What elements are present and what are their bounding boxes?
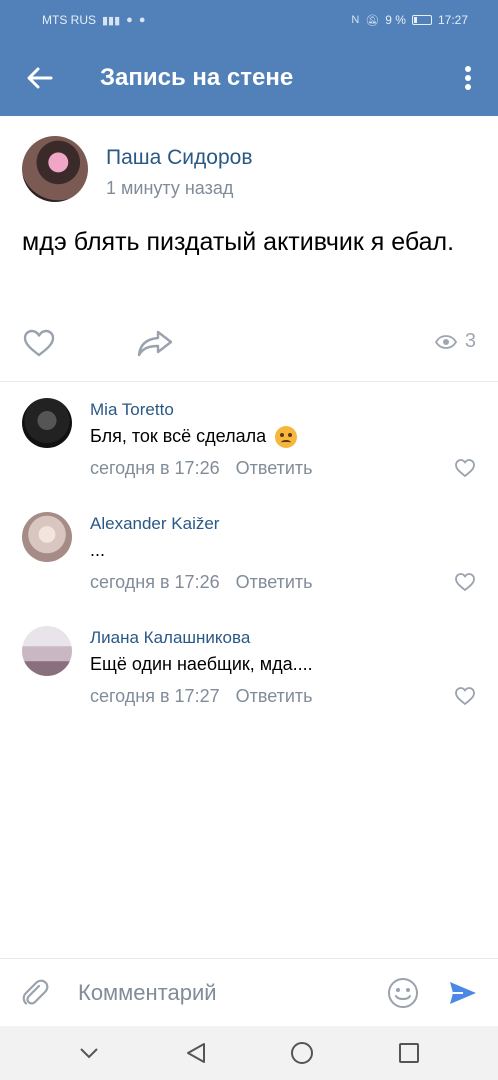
comment-meta: сегодня в 17:26 Ответить: [90, 572, 313, 593]
comment-meta: сегодня в 17:26 Ответить: [90, 458, 313, 479]
share-button[interactable]: [136, 328, 174, 358]
comment-like-button[interactable]: [454, 458, 476, 478]
triangle-back-icon: [186, 1043, 205, 1063]
battery-icon: [411, 15, 432, 25]
avatar[interactable]: [22, 626, 72, 676]
vpn-icon: ●: [126, 14, 133, 26]
nav-back-button[interactable]: [171, 1026, 221, 1080]
reply-button[interactable]: Ответить: [236, 686, 313, 707]
comment-text-content: Бля, ток всё сделала: [90, 426, 267, 446]
status-left: MTS RUS ▮▮▮ ● ●: [42, 13, 145, 27]
nav-recents-button[interactable]: [384, 1026, 434, 1080]
carrier-label: MTS RUS: [42, 13, 96, 27]
chevron-down-icon: [80, 1048, 98, 1059]
comment-author[interactable]: Лиана Калашникова: [90, 628, 250, 648]
comment-time: сегодня в 17:26: [90, 572, 220, 592]
toolbar: Запись на стене: [0, 40, 498, 116]
post-time: 1 минуту назад: [106, 178, 234, 198]
back-button[interactable]: [0, 40, 80, 116]
attach-button[interactable]: [0, 959, 70, 1027]
angry-face-icon: [275, 426, 298, 449]
status-right: N 🔕︎ 9 % 17:27: [351, 13, 468, 27]
avatar[interactable]: [22, 136, 88, 202]
comment-text: Бля, ток всё сделала: [90, 426, 298, 449]
send-button[interactable]: [428, 959, 498, 1027]
comment-item: Лиана Калашникова Ещё один наебщик, мда.…: [0, 608, 498, 708]
comment-like-button[interactable]: [454, 572, 476, 592]
signal-icon: ▮▮▮: [102, 14, 121, 27]
post-author-name[interactable]: Паша Сидоров: [106, 146, 252, 170]
circle-home-icon: [291, 1042, 314, 1064]
comment-text: Ещё один наебщик, мда....: [90, 654, 313, 674]
views-count: 3: [464, 330, 476, 352]
views-counter: 3: [434, 330, 476, 353]
comment-author[interactable]: Alexander Kaižer: [90, 514, 219, 534]
heart-icon: [455, 573, 475, 591]
chat-icon: ●: [138, 14, 146, 26]
like-button[interactable]: [22, 328, 56, 358]
comment-item: Mia Toretto Бля, ток всё сделала сегодня…: [0, 380, 498, 480]
nav-home-button[interactable]: [277, 1026, 327, 1080]
heart-icon: [455, 687, 475, 705]
comment-meta: сегодня в 17:27 Ответить: [90, 686, 313, 707]
heart-icon: [455, 459, 475, 477]
more-menu-button[interactable]: [438, 40, 498, 116]
more-vertical-icon: [465, 66, 471, 90]
avatar[interactable]: [22, 398, 72, 448]
paperclip-icon: [22, 979, 49, 1005]
reply-button[interactable]: Ответить: [236, 572, 313, 593]
nfc-icon: N: [351, 14, 360, 26]
comment-like-button[interactable]: [454, 686, 476, 706]
system-nav-bar: [0, 1026, 498, 1080]
status-bar: MTS RUS ▮▮▮ ● ● N 🔕︎ 9 % 17:27: [0, 0, 498, 40]
square-recents-icon: [398, 1043, 419, 1063]
comment-item: Alexander Kaižer ... сегодня в 17:26 Отв…: [0, 494, 498, 594]
page-title: Запись на стене: [100, 64, 294, 91]
share-arrow-icon: [137, 330, 173, 357]
battery-percent: 9 %: [385, 13, 406, 27]
arrow-left-icon: [27, 67, 53, 89]
comment-author[interactable]: Mia Toretto: [90, 400, 174, 420]
clock: 17:27: [437, 13, 468, 27]
nav-hide-button[interactable]: [64, 1026, 114, 1080]
mute-icon: 🔕︎: [365, 14, 380, 27]
comment-time: сегодня в 17:27: [90, 686, 220, 706]
comment-composer: [0, 958, 498, 1026]
eye-icon: [434, 334, 457, 349]
heart-icon: [23, 329, 55, 357]
emoji-button[interactable]: [378, 959, 428, 1027]
comment-input[interactable]: [70, 972, 378, 1013]
wall-post: Паша Сидоров 1 минуту назад мдэ блять пи…: [0, 116, 498, 382]
avatar[interactable]: [22, 512, 72, 562]
post-text: мдэ блять пиздатый активчик я ебал.: [22, 228, 455, 256]
smile-icon: [388, 977, 418, 1008]
comment-time: сегодня в 17:26: [90, 458, 220, 478]
send-icon: [450, 981, 476, 1004]
reply-button[interactable]: Ответить: [236, 458, 313, 479]
comment-text: ...: [90, 540, 106, 560]
